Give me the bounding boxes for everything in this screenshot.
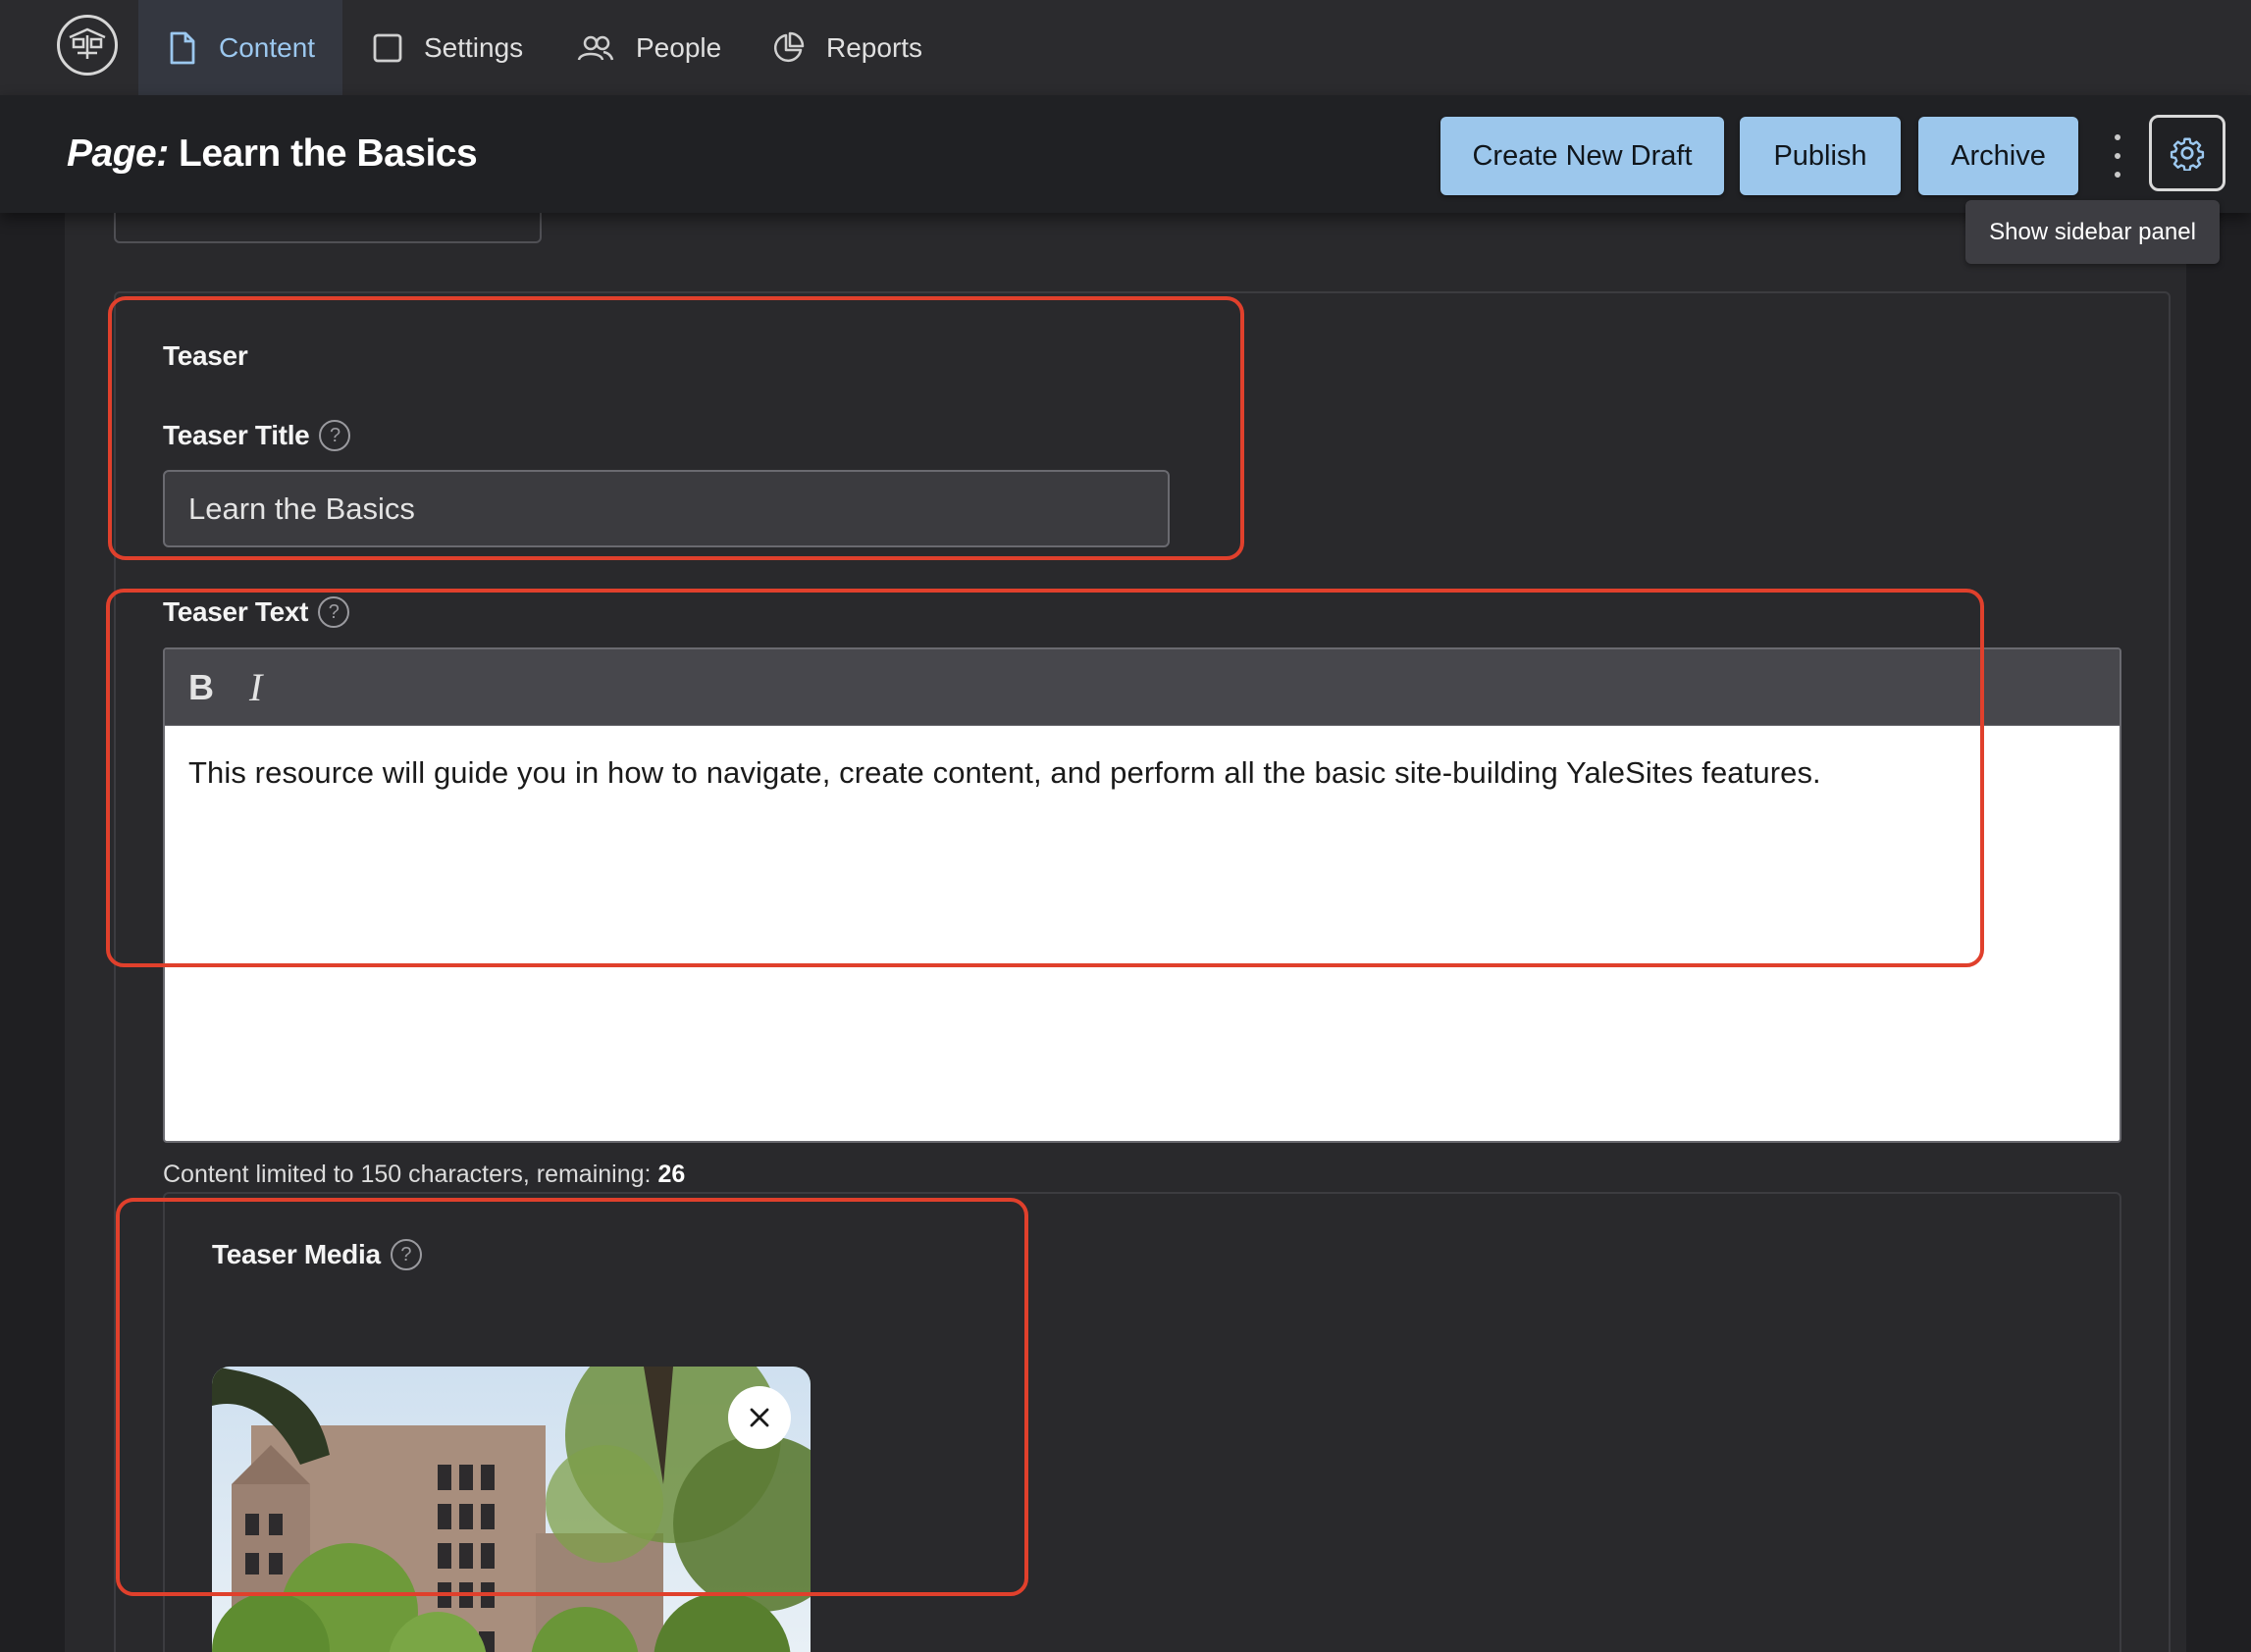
character-limit-notice: Content limited to 150 characters, remai… xyxy=(163,1161,685,1189)
teaser-media-label-text: Teaser Media xyxy=(212,1239,381,1269)
nav-item-label: Reports xyxy=(826,31,923,63)
help-icon[interactable]: ? xyxy=(390,1239,422,1270)
help-icon[interactable]: ? xyxy=(319,420,351,451)
gear-icon xyxy=(2170,137,2205,171)
yale-sites-logo-icon[interactable] xyxy=(57,15,118,76)
page-title-text: Learn the Basics xyxy=(179,132,478,175)
campus-building-photo xyxy=(212,1367,811,1652)
nav-item-label: Content xyxy=(219,31,316,63)
nav-item-people[interactable]: People xyxy=(577,0,721,95)
teaser-text-content[interactable]: This resource will guide you in how to n… xyxy=(165,726,2120,1141)
people-icon xyxy=(577,35,614,61)
teaser-media-image[interactable] xyxy=(212,1367,811,1652)
more-options-icon[interactable] xyxy=(2108,134,2127,178)
page-header: Page: Learn the Basics Create New Draft … xyxy=(0,95,2251,213)
teaser-text-label-text: Teaser Text xyxy=(163,596,309,627)
top-navigation: Content Settings People Reports xyxy=(0,0,2251,95)
page-title: Page: Learn the Basics xyxy=(67,132,478,176)
remove-media-button[interactable] xyxy=(728,1386,791,1449)
character-limit-text: Content limited to 150 characters, remai… xyxy=(163,1161,652,1188)
nav-item-label: Settings xyxy=(424,31,524,63)
teaser-text-label: Teaser Text ? xyxy=(163,596,350,628)
nav-item-label: People xyxy=(636,31,722,63)
characters-remaining: 26 xyxy=(657,1161,686,1188)
teaser-media-label: Teaser Media ? xyxy=(212,1239,422,1270)
document-icon xyxy=(170,31,195,64)
close-icon xyxy=(750,1408,769,1427)
square-icon xyxy=(373,33,402,62)
nav-item-settings[interactable]: Settings xyxy=(373,0,523,95)
nav-item-reports[interactable]: Reports xyxy=(771,0,922,95)
sidebar-toggle-button[interactable] xyxy=(2149,115,2225,191)
italic-button[interactable]: I xyxy=(249,664,262,710)
teaser-title-label: Teaser Title ? xyxy=(163,420,351,451)
bold-button[interactable]: B xyxy=(188,667,214,708)
nav-item-content[interactable]: Content xyxy=(138,0,342,95)
teaser-title-input[interactable] xyxy=(163,470,1170,547)
teaser-section-title: Teaser xyxy=(163,340,248,371)
editor-toolbar: B I xyxy=(165,649,2120,726)
teaser-title-label-text: Teaser Title xyxy=(163,420,310,450)
create-new-draft-button[interactable]: Create New Draft xyxy=(1440,117,1724,195)
archive-button[interactable]: Archive xyxy=(1918,117,2078,195)
help-icon[interactable]: ? xyxy=(318,596,350,628)
teaser-text-editor: B I This resource will guide you in how … xyxy=(163,647,2121,1143)
page-title-prefix: Page: xyxy=(67,132,169,175)
pie-chart-icon xyxy=(773,31,805,62)
sidebar-tooltip: Show sidebar panel xyxy=(1965,200,2220,264)
publish-button[interactable]: Publish xyxy=(1740,117,1901,195)
